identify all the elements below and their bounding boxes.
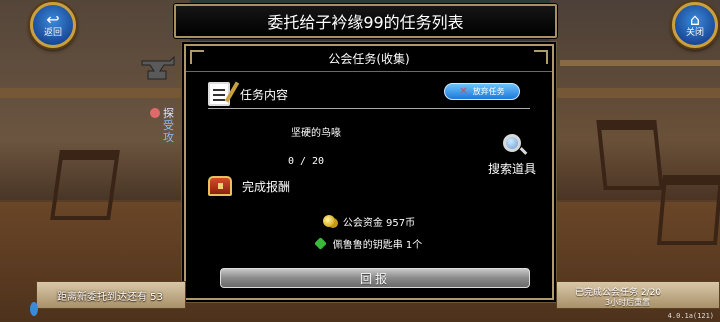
- reward-item: 佩鲁鲁的钥匙串 1个: [186, 232, 552, 254]
- bottom-left-orb-icon: [30, 302, 38, 316]
- search-item-label: 搜索道具: [487, 162, 536, 176]
- back-button[interactable]: ↩ 返回: [30, 2, 76, 48]
- task-section-header: 任务内容: [208, 82, 288, 106]
- page-title-bar: 委托给子衿缘99的任务列表: [174, 4, 557, 38]
- guild-task-dialog: 公会任务(收集) 任务内容 ✕ 放弃任务 坚硬的鸟喙 0 / 20 搜索道具 完…: [184, 44, 554, 300]
- section-divider: [208, 108, 530, 109]
- back-arrow-icon: ↩: [46, 9, 60, 29]
- side-menu-text: 探 受 攻: [150, 108, 174, 144]
- reward-text: 公会资金 957币: [342, 217, 416, 229]
- required-item-name: 坚硬的鸟喙: [291, 128, 341, 139]
- task-section-label: 任务内容: [240, 87, 289, 102]
- background-chair: [656, 175, 720, 245]
- reward-list: 公会资金 957币 佩鲁鲁的钥匙串 1个: [186, 210, 552, 254]
- search-item-button[interactable]: 搜索道具: [482, 134, 542, 177]
- cross-icon: ✕: [459, 86, 468, 97]
- treasure-chest-icon: [208, 176, 232, 196]
- abandon-task-label: 放弃任务: [472, 87, 505, 96]
- reward-section-header: 完成报酬: [208, 176, 290, 196]
- reward-section-label: 完成报酬: [242, 179, 291, 194]
- clipboard-icon: [208, 82, 230, 106]
- abandon-task-button[interactable]: ✕ 放弃任务: [444, 83, 520, 100]
- completed-tasks-bar: 已完成公会任务 2/20 3小时后重置: [556, 281, 720, 309]
- required-item-progress: 0 / 20: [287, 156, 325, 167]
- key-icon: [313, 236, 327, 250]
- next-request-timer-bar: 距离新委托到达还有 53: [36, 281, 186, 309]
- reset-timer-text: 3小时后重置: [605, 298, 651, 307]
- side-text-line: 攻: [163, 131, 174, 144]
- background-chair: [50, 150, 120, 220]
- background-beam-right: [560, 60, 720, 66]
- back-button-label: 返回: [43, 27, 62, 38]
- reward-text: 佩鲁鲁的钥匙串 1个: [332, 239, 423, 251]
- next-request-text: 距离新委托到达还有 53: [57, 292, 163, 303]
- version-label: 4.0.1a(121): [667, 312, 714, 320]
- home-icon: ⌂: [689, 9, 701, 29]
- magnifier-icon: [503, 134, 521, 152]
- reward-item: 公会资金 957币: [186, 210, 552, 232]
- page-title: 委托给子衿缘99的任务列表: [267, 13, 464, 32]
- coin-icon: [322, 215, 335, 227]
- background-chair: [596, 120, 664, 190]
- close-button[interactable]: ⌂ 关闭: [672, 2, 718, 48]
- close-button-label: 关闭: [685, 27, 704, 38]
- report-button[interactable]: 回报: [220, 268, 530, 288]
- dialog-title: 公会任务(收集): [186, 46, 552, 72]
- anvil-icon: [141, 55, 175, 80]
- status-dot-icon: [150, 108, 160, 118]
